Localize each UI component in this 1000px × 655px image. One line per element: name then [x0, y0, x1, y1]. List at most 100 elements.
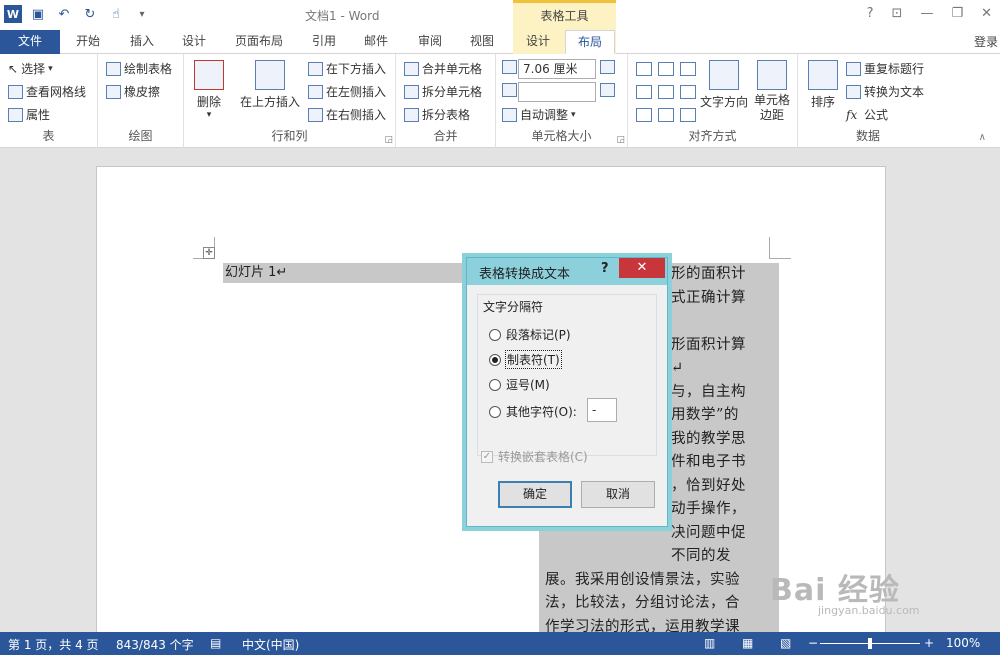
ribbon-display-icon[interactable]: ⊡: [892, 6, 903, 21]
split-table-button[interactable]: 拆分表格: [404, 106, 470, 123]
text-direction-button[interactable]: 文字方向: [700, 60, 748, 110]
tab-insert[interactable]: 插入: [120, 30, 164, 54]
formula-button[interactable]: fx 公式: [846, 106, 888, 123]
cancel-button[interactable]: 取消: [581, 481, 655, 508]
dropdown-icon: ▾: [571, 109, 576, 120]
undo-icon[interactable]: ↶: [54, 4, 74, 24]
redo-icon[interactable]: ↻: [80, 4, 100, 24]
customize-icon[interactable]: ▾: [132, 4, 152, 24]
group-label: 对齐方式: [688, 129, 737, 143]
tab-design[interactable]: 设计: [172, 30, 216, 54]
insert-above-button[interactable]: 在上方插入: [240, 60, 300, 110]
proofing-icon[interactable]: ▤: [210, 636, 221, 650]
tab-mailings[interactable]: 邮件: [354, 30, 398, 54]
repeat-header-button[interactable]: 重复标题行: [846, 60, 924, 77]
table-move-handle-icon[interactable]: ✛: [203, 247, 215, 259]
radio-other-char[interactable]: 其他字符(O):: [489, 403, 577, 420]
cell-margins-button[interactable]: 单元格边距: [752, 60, 792, 123]
tab-page-layout[interactable]: 页面布局: [226, 30, 292, 54]
dialog-launcher-icon[interactable]: ◲: [616, 135, 625, 145]
radio-tab[interactable]: 制表符(T): [489, 350, 562, 369]
cell-height-input[interactable]: 7.06 厘米: [518, 59, 596, 79]
tab-references[interactable]: 引用: [302, 30, 346, 54]
distribute-rows-button[interactable]: [600, 60, 615, 74]
distribute-cols-button[interactable]: [600, 83, 615, 97]
word-count[interactable]: 843/843 个字: [116, 636, 194, 653]
help-icon[interactable]: ?: [601, 261, 609, 276]
properties-button[interactable]: 属性: [8, 106, 50, 123]
touch-icon[interactable]: ☝: [106, 4, 126, 24]
language-status[interactable]: 中文(中国): [242, 636, 299, 653]
insert-left-button[interactable]: 在左侧插入: [308, 83, 386, 100]
group-label: 数据: [855, 129, 880, 143]
autofit-button[interactable]: 自动调整 ▾: [502, 106, 576, 123]
group-label: 表: [42, 129, 55, 143]
save-icon[interactable]: ▣: [28, 4, 48, 24]
merge-cells-button[interactable]: 合并单元格: [404, 60, 482, 77]
zoom-in-icon[interactable]: +: [924, 636, 934, 650]
align-bottom-right-icon[interactable]: [680, 108, 696, 122]
align-bottom-left-icon[interactable]: [636, 108, 652, 122]
width-icon: [502, 83, 517, 97]
draw-table-button[interactable]: 绘制表格: [106, 60, 172, 77]
tab-table-layout[interactable]: 布局: [565, 30, 615, 55]
word-icon[interactable]: W: [4, 5, 22, 23]
text-line: 不同的发: [671, 548, 731, 564]
tab-review[interactable]: 审阅: [408, 30, 452, 54]
insert-right-icon: [308, 107, 323, 122]
radio-icon: [489, 378, 501, 391]
align-top-right-icon[interactable]: [680, 62, 696, 76]
radio-paragraph-mark[interactable]: 段落标记(P): [489, 326, 571, 343]
minimize-icon[interactable]: —: [920, 6, 933, 21]
align-bottom-center-icon[interactable]: [658, 108, 674, 122]
ok-button[interactable]: 确定: [498, 481, 572, 508]
insert-below-button[interactable]: 在下方插入: [308, 60, 386, 77]
table-row[interactable]: 幻灯片 1↵: [223, 263, 469, 283]
page-count[interactable]: 第 1 页，共 4 页: [8, 636, 99, 653]
web-layout-icon[interactable]: ▧: [780, 636, 791, 650]
quick-access-toolbar: W ▣ ↶ ↻ ☝ ▾: [4, 4, 152, 24]
view-gridlines-button[interactable]: 查看网格线: [8, 83, 86, 100]
align-top-left-icon[interactable]: [636, 62, 652, 76]
convert-text-icon: [846, 84, 861, 99]
split-cells-button[interactable]: 拆分单元格: [404, 83, 482, 100]
insert-left-icon: [308, 84, 323, 99]
tab-file[interactable]: 文件: [0, 30, 60, 54]
maximize-icon[interactable]: ❐: [951, 6, 963, 21]
close-icon[interactable]: ✕: [981, 6, 992, 21]
align-middle-center-icon[interactable]: [658, 85, 674, 99]
tab-home[interactable]: 开始: [66, 30, 110, 54]
convert-to-text-button[interactable]: 转换为文本: [846, 83, 924, 100]
read-mode-icon[interactable]: ▥: [704, 636, 715, 650]
other-char-input[interactable]: -: [587, 398, 617, 422]
collapse-ribbon-icon[interactable]: ∧: [979, 132, 986, 143]
repeat-header-icon: [846, 61, 861, 76]
tab-view[interactable]: 视图: [460, 30, 504, 54]
group-data: 排序 重复标题行 转换为文本 fx 公式 数据: [798, 54, 938, 148]
nested-tables-checkbox[interactable]: ✓ 转换嵌套表格(C): [481, 448, 588, 465]
select-button[interactable]: ↖ 选择 ▾: [8, 60, 53, 77]
insert-right-button[interactable]: 在右侧插入: [308, 106, 386, 123]
sort-button[interactable]: 排序: [808, 60, 838, 110]
margin-mark: [769, 237, 791, 259]
eraser-button[interactable]: 橡皮擦: [106, 83, 160, 100]
delete-button[interactable]: 删除 ▾: [194, 60, 224, 120]
zoom-slider-handle[interactable]: [868, 638, 872, 649]
align-middle-left-icon[interactable]: [636, 85, 652, 99]
zoom-out-icon[interactable]: −: [808, 636, 818, 650]
align-top-center-icon[interactable]: [658, 62, 674, 76]
text-direction-icon: [709, 60, 739, 90]
zoom-level[interactable]: 100%: [946, 636, 980, 650]
tab-table-design[interactable]: 设计: [513, 30, 563, 54]
split-table-icon: [404, 107, 419, 122]
radio-comma[interactable]: 逗号(M): [489, 376, 550, 393]
dialog-title-bar[interactable]: 表格转换成文本 ? ✕: [467, 258, 667, 285]
watermark-logo: Bai 经验: [770, 573, 900, 608]
cell-width-input[interactable]: [518, 82, 596, 102]
close-icon[interactable]: ✕: [619, 258, 665, 278]
print-layout-icon[interactable]: ▦: [742, 636, 753, 650]
align-middle-right-icon[interactable]: [680, 85, 696, 99]
dialog-launcher-icon[interactable]: ◲: [384, 135, 393, 145]
help-icon[interactable]: ?: [867, 6, 874, 21]
login-link[interactable]: 登录: [974, 33, 998, 50]
